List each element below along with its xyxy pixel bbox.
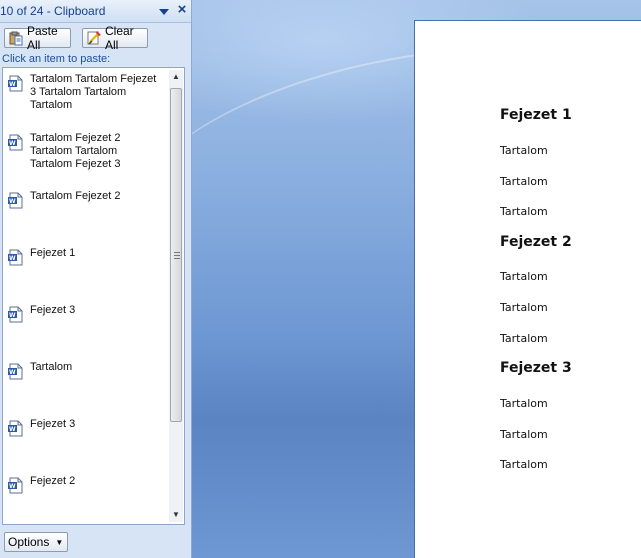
paste-all-button[interactable]: Paste All [4,24,71,52]
document-paragraph[interactable]: Tartalom [500,205,548,218]
paste-icon [8,30,24,46]
word-document-icon: W [7,249,24,266]
clipboard-item-text: Tartalom Fejezet 2 Tartalom Tartalom Tar… [30,132,121,170]
options-label: Options [8,535,50,549]
clipboard-item-text: Fejezet 1 [30,247,76,259]
document-paragraph[interactable]: Tartalom [500,175,548,188]
chevron-down-icon: ▼ [55,537,64,547]
word-document-icon: W [7,477,24,494]
document-paragraph[interactable]: Tartalom [500,397,548,410]
paste-hint: Click an item to paste: [2,53,111,65]
pane-title: 10 of 24 - Clipboard [0,4,106,18]
clipboard-items-list: W Tartalom Tartalom Fejezet 3 Tartalom T… [2,67,185,525]
svg-text:W: W [9,312,16,319]
word-document-icon: W [7,192,24,209]
word-document-icon: W [7,75,24,92]
svg-text:W: W [9,198,16,205]
document-paragraph[interactable]: Tartalom [500,144,548,157]
close-icon[interactable]: × [175,2,189,17]
clipboard-item-text: Tartalom Fejezet 2 [30,190,121,202]
scroll-down-arrow-icon[interactable]: ▼ [169,508,183,522]
word-document-icon: W [7,363,24,380]
scroll-up-arrow-icon[interactable]: ▲ [169,70,183,84]
paste-all-label: Paste All [27,24,58,52]
svg-text:W: W [9,140,16,147]
clipboard-item-text: Tartalom Tartalom Fejezet 3 Tartalom Tar… [30,73,157,111]
document-paragraph[interactable]: Tartalom [500,301,548,314]
clipboard-item-text: Fejezet 2 [30,475,76,487]
word-document-icon: W [7,420,24,437]
document-paragraph[interactable]: Tartalom [500,332,548,345]
document-heading[interactable]: Fejezet 1 [500,107,572,123]
svg-text:W: W [9,426,16,433]
options-button[interactable]: Options ▼ [4,532,68,552]
svg-text:W: W [9,483,16,490]
document-workspace: Fejezet 1 Tartalom Tartalom Tartalom Fej… [192,0,641,558]
pane-header: 10 of 24 - Clipboard × [0,0,191,23]
clipboard-task-pane: 10 of 24 - Clipboard × Paste All Clear A… [0,0,192,558]
document-page[interactable]: Fejezet 1 Tartalom Tartalom Tartalom Fej… [414,20,641,558]
svg-text:W: W [9,81,16,88]
pane-options-dropdown-icon[interactable] [158,5,170,17]
clear-all-label: Clear All [105,24,134,52]
scrollbar-thumb[interactable] [170,88,182,422]
vertical-scrollbar[interactable]: ▲ ▼ [169,70,183,522]
word-document-icon: W [7,306,24,323]
document-paragraph[interactable]: Tartalom [500,270,548,283]
svg-text:W: W [9,255,16,262]
clipboard-item-text: Fejezet 3 [30,304,76,316]
grip-icon [174,252,180,260]
svg-text:W: W [9,369,16,376]
document-heading[interactable]: Fejezet 3 [500,360,572,376]
clear-all-button[interactable]: Clear All [82,24,148,52]
clipboard-item-text: Tartalom [30,361,73,373]
document-heading[interactable]: Fejezet 2 [500,234,572,250]
document-paragraph[interactable]: Tartalom [500,458,548,471]
clipboard-item-text: Fejezet 3 [30,418,76,430]
clear-all-icon [86,30,102,46]
document-paragraph[interactable]: Tartalom [500,428,548,441]
word-document-icon: W [7,134,24,151]
